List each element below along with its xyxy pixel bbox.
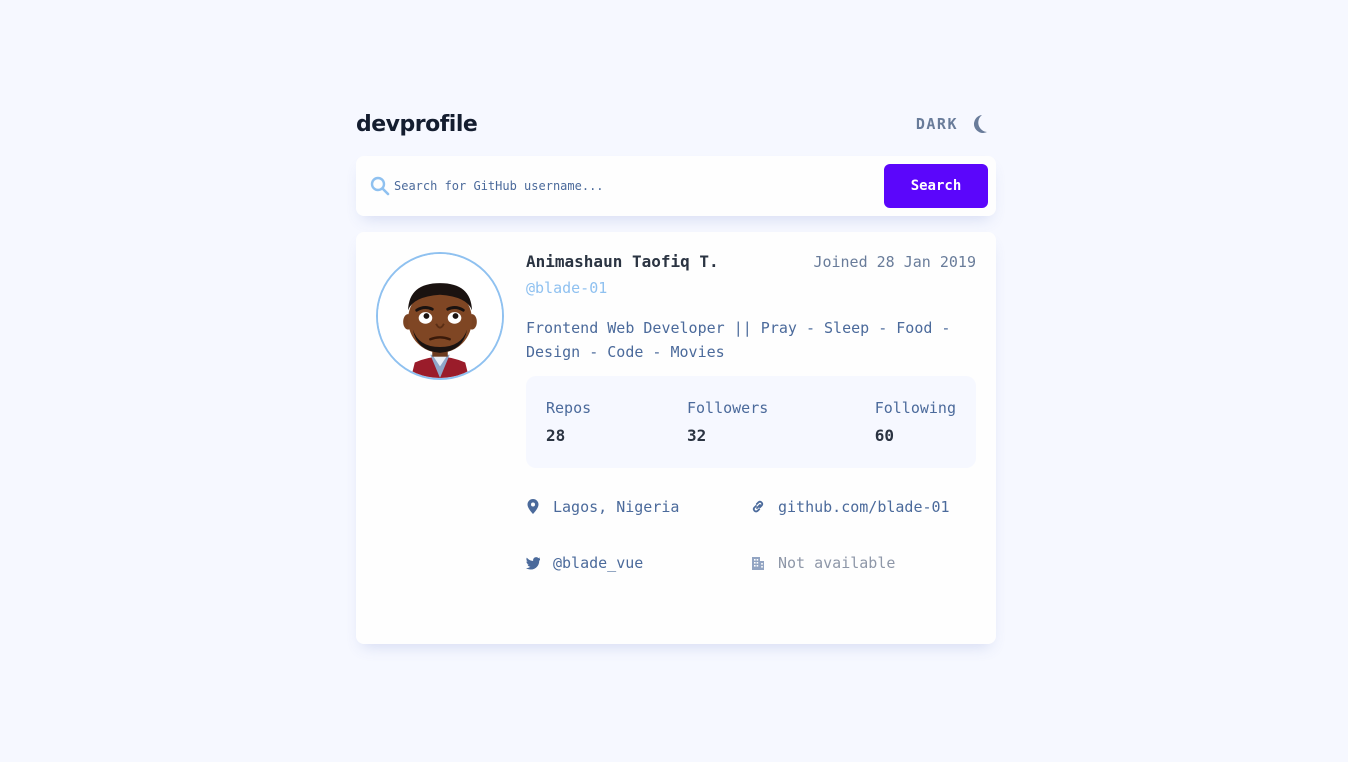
blog-link[interactable]: github.com/blade-01	[751, 498, 950, 516]
logo: devprofile	[356, 111, 478, 137]
stat-following-label: Following	[874, 399, 956, 417]
blog-text: github.com/blade-01	[778, 498, 950, 516]
stat-followers-value: 32	[687, 426, 707, 445]
app-container: devprofile DARK Search for GitHub userna…	[356, 108, 996, 644]
moon-icon	[973, 115, 987, 133]
profile-details: Animashaun Taofiq T. Joined 28 Jan 2019 …	[526, 252, 976, 578]
profile-handle-link[interactable]: @blade-01	[526, 276, 976, 300]
stat-followers-label: Followers	[687, 399, 769, 417]
location-item: Lagos, Nigeria	[526, 498, 679, 516]
profile-bio: Frontend Web Developer || Pray - Sleep -…	[526, 319, 951, 361]
link-icon	[752, 500, 764, 513]
search-button[interactable]: Search	[884, 164, 988, 208]
avatar	[376, 252, 504, 380]
stat-repos-label: Repos	[546, 399, 592, 417]
name-row: Animashaun Taofiq T. Joined 28 Jan 2019	[526, 252, 976, 276]
search-input[interactable]	[394, 179, 884, 193]
twitter-text: @blade_vue	[553, 554, 644, 572]
location-pin-icon	[527, 499, 539, 514]
company-text: Not available	[778, 554, 896, 572]
search-icon	[370, 176, 390, 196]
location-text: Lagos, Nigeria	[553, 498, 680, 516]
stats-panel: Repos 28 Followers 32 Following 60	[526, 376, 976, 468]
avatar-image	[378, 254, 502, 378]
profile-links: Lagos, Nigeria github.com/blade-01 @blad…	[526, 498, 976, 578]
profile-card: Animashaun Taofiq T. Joined 28 Jan 2019 …	[356, 232, 996, 644]
building-icon	[752, 557, 764, 570]
stat-repos: Repos 28	[546, 396, 591, 452]
company-item: Not available	[751, 554, 895, 572]
stat-followers: Followers 32	[687, 396, 768, 452]
theme-toggle-label: DARK	[915, 115, 958, 133]
stat-following: Following 60	[875, 396, 956, 452]
search-bar: Search	[356, 156, 996, 216]
profile-name: Animashaun Taofiq T.	[526, 252, 719, 271]
joined-date: Joined 28 Jan 2019	[813, 253, 976, 271]
theme-toggle[interactable]: DARK	[916, 114, 988, 134]
header: devprofile DARK	[356, 108, 996, 140]
twitter-link[interactable]: @blade_vue	[526, 554, 643, 572]
stat-following-value: 60	[874, 426, 894, 445]
stat-repos-value: 28	[546, 426, 566, 445]
twitter-icon	[526, 557, 540, 570]
